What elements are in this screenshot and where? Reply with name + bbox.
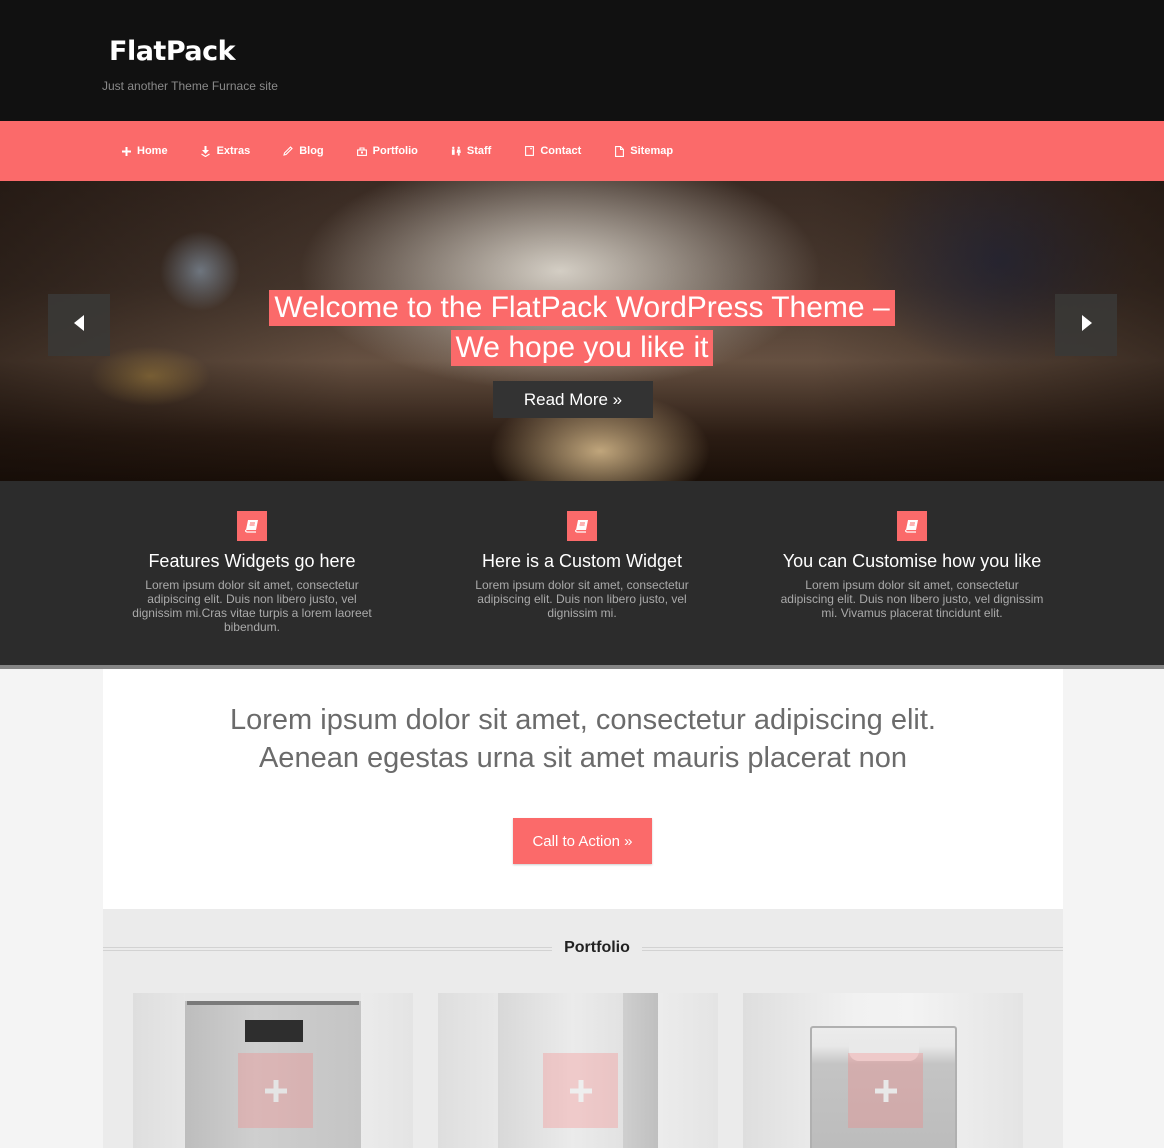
read-more-button[interactable]: Read More » [493,381,653,418]
hero-title: Welcome to the FlatPack WordPress Theme … [0,288,1164,368]
intro-line2: Aenean egestas urna sit amet mauris plac… [258,742,908,774]
portfolio-hover-overlay[interactable] [543,1053,618,1128]
site-title[interactable]: FlatPack [109,36,236,67]
nav-label: Portfolio [372,145,418,157]
portfolio-image-detail [245,1020,303,1042]
feature-title: You can Customise how you like [782,551,1042,571]
hero-title-line2: We hope you like it [450,330,714,366]
feature-widget: You can Customise how you like Lorem ips… [767,511,1057,620]
nav-label: Blog [299,145,324,157]
portfolio-item[interactable] [438,993,718,1148]
arrow-right-icon [1081,314,1092,336]
nav-item-sitemap[interactable]: Sitemap [614,145,673,157]
plus-icon [264,1079,287,1102]
portfolio-image-detail [187,1001,359,1005]
portfolio-item[interactable] [743,993,1023,1148]
nav-item-contact[interactable]: Contact [524,145,581,157]
feature-title: Here is a Custom Widget [481,551,683,571]
main-content: Lorem ipsum dolor sit amet, consectetur … [103,669,1063,1148]
nav-label: Contact [540,145,582,157]
nav-list: Home Extras Blog Portfolio Staff Contact… [121,121,706,181]
site-tagline: Just another Theme Furnace site [102,79,278,93]
nav-label: Home [137,145,168,157]
intro-line1: Lorem ipsum dolor sit amet, consectetur … [230,704,936,736]
portfolio-image-detail [623,993,658,1148]
nav-label: Staff [466,145,492,157]
plus-icon [121,146,131,157]
feature-text: Lorem ipsum dolor sit amet, consectetur … [780,578,1044,620]
feature-title: Features Widgets go here [148,551,356,571]
divider [642,947,1063,951]
feature-text: Lorem ipsum dolor sit amet, consectetur … [132,578,372,634]
briefcase-icon [356,146,367,157]
download-icon [201,145,211,157]
nav-item-portfolio[interactable]: Portfolio [356,145,418,157]
nav-item-home[interactable]: Home [121,145,168,157]
people-icon [451,146,461,157]
site-header: FlatPack Just another Theme Furnace site [0,0,1164,121]
portfolio-item[interactable] [133,993,413,1148]
document-icon [614,145,624,157]
portfolio-title: Portfolio [564,939,630,956]
portfolio-hover-overlay[interactable] [848,1053,923,1128]
feature-widget: Here is a Custom Widget Lorem ipsum dolo… [452,511,712,620]
nav-item-blog[interactable]: Blog [283,145,324,157]
hero-slider: Welcome to the FlatPack WordPress Theme … [0,181,1164,481]
nav-label: Extras [216,145,251,157]
hero-title-line1: Welcome to the FlatPack WordPress Theme … [269,290,895,326]
book-icon [567,511,597,541]
portfolio-heading: Portfolio [103,937,1063,961]
call-to-action-button[interactable]: Call to Action » [513,818,652,864]
plus-icon [569,1079,592,1102]
pencil-icon [283,146,293,157]
slider-next-button[interactable] [1055,294,1117,356]
nav-item-extras[interactable]: Extras [201,145,251,157]
main-nav: Home Extras Blog Portfolio Staff Contact… [0,121,1164,181]
book-icon [237,511,267,541]
plus-icon [874,1079,897,1102]
book-icon [897,511,927,541]
feature-widget: Features Widgets go here Lorem ipsum dol… [122,511,382,634]
divider [103,947,552,951]
feature-text: Lorem ipsum dolor sit amet, consectetur … [475,578,689,620]
portfolio-hover-overlay[interactable] [238,1053,313,1128]
portfolio-section: Portfolio [103,909,1063,1148]
nav-label: Sitemap [630,145,674,157]
features-section: Features Widgets go here Lorem ipsum dol… [0,481,1164,669]
intro-text: Lorem ipsum dolor sit amet, consectetur … [103,701,1063,777]
contact-card-icon [524,146,534,157]
nav-item-staff[interactable]: Staff [451,145,491,157]
